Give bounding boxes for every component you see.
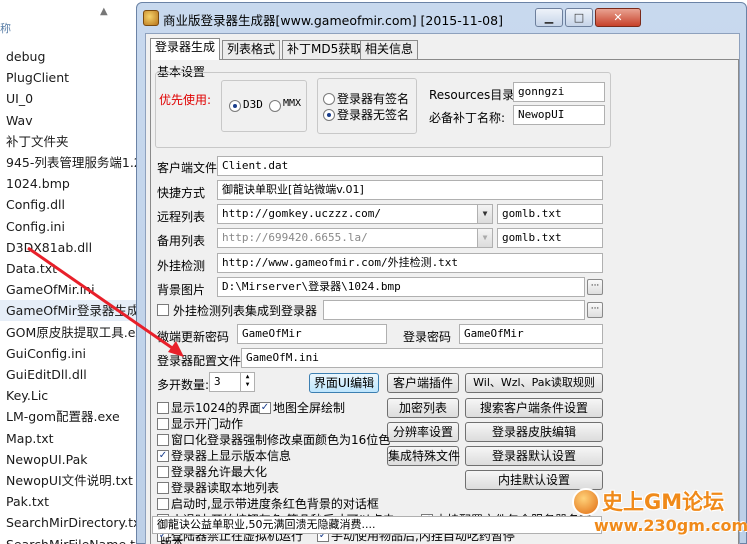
watermark-title: 史上GM论坛 — [602, 490, 725, 514]
tab-generate[interactable]: 登录器生成 — [150, 38, 221, 60]
arrow-shaft — [27, 246, 179, 354]
arrow-head — [168, 341, 184, 357]
annotation-arrow — [27, 246, 184, 357]
forum-logo-icon — [572, 488, 600, 516]
watermark-url: www.230gm.com — [594, 516, 747, 535]
forum-watermark: 史上GM论坛 www.230gm.com — [572, 486, 747, 544]
